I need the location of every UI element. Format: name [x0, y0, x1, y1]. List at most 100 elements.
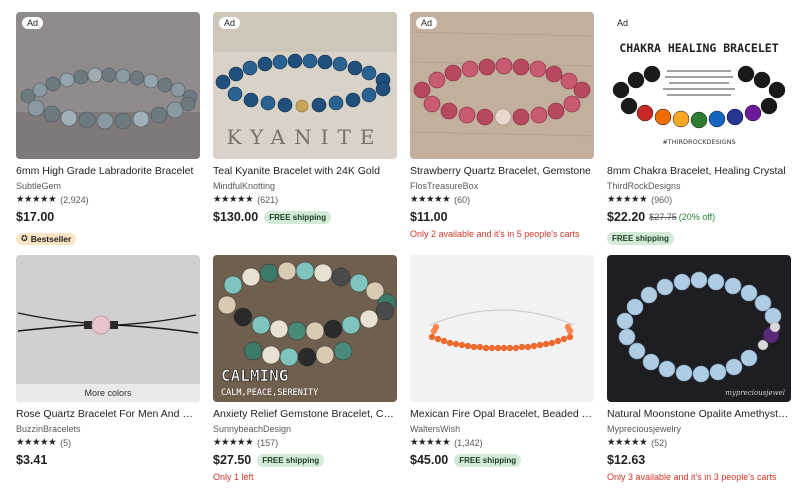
price-row: $130.00 FREE shipping: [213, 209, 397, 225]
calming-image-text: CALMING: [221, 366, 288, 385]
ad-label: Ad: [219, 17, 241, 29]
bestseller-label: Bestseller: [30, 233, 72, 244]
rose-quartz-bracelet-image: [16, 255, 200, 402]
free-shipping-badge: FREE shipping: [607, 232, 674, 245]
price-row: $3.41: [16, 452, 200, 468]
shop-name[interactable]: BuzzinBracelets: [16, 423, 200, 435]
shop-name[interactable]: WaltersWish: [410, 423, 594, 435]
calming-image-subtext: CALM,PEACE,SERENITY: [221, 388, 318, 398]
listing-image[interactable]: Ad: [410, 12, 594, 159]
more-colors-overlay[interactable]: More colors: [16, 384, 200, 402]
listing-card-moonstone[interactable]: mypreciousjewel Natural Moonstone Opalit…: [607, 255, 791, 483]
rating: ★★★★★ (157): [213, 437, 397, 449]
listing-title[interactable]: Mexican Fire Opal Bracelet, Beaded Brace…: [410, 408, 594, 421]
award-icon: ✪: [21, 234, 28, 243]
shop-name[interactable]: SunnybeachDesign: [213, 423, 397, 435]
urgency-note: Only 1 left: [213, 472, 254, 482]
listing-title[interactable]: Strawberry Quartz Bracelet, Gemstone: [410, 165, 594, 178]
shop-name[interactable]: ThirdRockDesigns: [607, 180, 791, 192]
rating: ★★★★★ (52): [607, 437, 791, 449]
price: $130.00: [213, 210, 259, 224]
price-row: $11.00: [410, 209, 594, 225]
star-rating-icon: ★★★★★: [16, 194, 57, 205]
star-rating-icon: ★★★★★: [607, 194, 648, 205]
review-count: (1,342): [454, 438, 483, 448]
star-rating-icon: ★★★★★: [213, 194, 254, 205]
star-rating-icon: ★★★★★: [410, 194, 451, 205]
listing-image[interactable]: KYANITE Ad: [213, 12, 397, 159]
moonstone-bracelet-image: mypreciousjewel: [607, 255, 791, 402]
rating: ★★★★★ (2,924): [16, 194, 200, 206]
listing-image[interactable]: Ad: [16, 12, 200, 159]
shop-name[interactable]: SubtleGem: [16, 180, 200, 192]
listing-image[interactable]: [410, 255, 594, 402]
review-count: (60): [454, 195, 471, 205]
strawberry-quartz-bracelet-image: [410, 12, 594, 159]
free-shipping-badge: FREE shipping: [454, 453, 522, 467]
original-price: $27.75: [649, 212, 677, 222]
free-shipping-badge: FREE shipping: [264, 210, 332, 224]
review-count: (52): [651, 438, 668, 448]
price-row: $27.50 FREE shipping: [213, 452, 397, 468]
price: $12.63: [607, 453, 646, 467]
listing-image[interactable]: CHAKRA HEALING BRACELET #THIRDROCKDESIGN…: [607, 12, 791, 159]
price-row: $22.20 $27.75 (20% off): [607, 209, 791, 225]
free-shipping-badge: FREE shipping: [257, 453, 325, 467]
rating: ★★★★★ (621): [213, 194, 397, 206]
chakra-bracelet-image: CHAKRA HEALING BRACELET #THIRDROCKDESIGN…: [607, 12, 791, 159]
ad-label: Ad: [617, 18, 629, 28]
listing-image[interactable]: CALMING CALM,PEACE,SERENITY: [213, 255, 397, 402]
listing-title[interactable]: Anxiety Relief Gemstone Bracelet, Calmin…: [213, 408, 397, 421]
ad-label: Ad: [416, 17, 438, 29]
listing-card-strawberry-quartz[interactable]: Ad Strawberry Quartz Bracelet, Gemstone …: [410, 12, 594, 240]
star-rating-icon: ★★★★★: [16, 437, 57, 448]
listing-card-kyanite[interactable]: KYANITE Ad Teal Kyanite Bracelet with 24…: [213, 12, 397, 225]
discount-percent: (20% off): [678, 212, 716, 222]
chakra-image-title: CHAKRA HEALING BRACELET: [619, 41, 778, 55]
bestseller-badge: ✪ Bestseller: [16, 232, 77, 245]
star-rating-icon: ★★★★★: [607, 437, 648, 448]
listing-image[interactable]: More colors: [16, 255, 200, 402]
chakra-image-tag: #THIRDROCKDESIGNS: [662, 138, 735, 146]
shop-name[interactable]: Mypreciousjewelry: [607, 423, 791, 435]
price: $11.00: [410, 210, 448, 224]
listing-title[interactable]: Rose Quartz Bracelet For Men And Women: [16, 408, 200, 421]
listing-image[interactable]: mypreciousjewel: [607, 255, 791, 402]
price: $27.50: [213, 453, 252, 467]
shop-name[interactable]: MindfulKnotting: [213, 180, 397, 192]
moonstone-image-tag: mypreciousjewel: [725, 389, 785, 397]
listing-title[interactable]: Teal Kyanite Bracelet with 24K Gold: [213, 165, 397, 178]
listing-card-rose-quartz[interactable]: More colors Rose Quartz Bracelet For Men…: [16, 255, 200, 468]
price-row: $12.63: [607, 452, 791, 468]
star-rating-icon: ★★★★★: [213, 437, 254, 448]
price-row: $17.00: [16, 209, 200, 225]
listing-card-chakra[interactable]: CHAKRA HEALING BRACELET #THIRDROCKDESIGN…: [607, 12, 791, 246]
listing-title[interactable]: 8mm Chakra Bracelet, Healing Crystal: [607, 165, 791, 178]
ad-label: Ad: [22, 17, 44, 29]
review-count: (5): [60, 438, 72, 448]
fire-opal-bracelet-image: [410, 255, 594, 402]
price: $17.00: [16, 210, 55, 224]
star-rating-icon: ★★★★★: [410, 437, 451, 448]
kyanite-bracelet-image: KYANITE: [213, 12, 397, 159]
price-row: $45.00 FREE shipping: [410, 452, 594, 468]
price: $22.20: [607, 210, 646, 224]
anxiety-relief-bracelet-image: CALMING CALM,PEACE,SERENITY: [213, 255, 397, 402]
urgency-note: Only 3 available and it's in 3 people's …: [607, 472, 777, 482]
price: $3.41: [16, 453, 48, 467]
price: $45.00: [410, 453, 449, 467]
urgency-note: Only 2 available and it's in 5 people's …: [410, 229, 580, 239]
labradorite-bracelet-image: [16, 12, 200, 159]
rating: ★★★★★ (60): [410, 194, 594, 206]
review-count: (621): [257, 195, 279, 205]
kyanite-image-text: KYANITE: [227, 125, 384, 149]
listing-card-anxiety-relief[interactable]: CALMING CALM,PEACE,SERENITY Anxiety Reli…: [213, 255, 397, 483]
rating: ★★★★★ (5): [16, 437, 200, 449]
listing-card-fire-opal[interactable]: Mexican Fire Opal Bracelet, Beaded Brace…: [410, 255, 594, 468]
listing-title[interactable]: 6mm High Grade Labradorite Bracelet: [16, 165, 200, 178]
review-count: (157): [257, 438, 279, 448]
listing-card-labradorite[interactable]: Ad 6mm High Grade Labradorite Bracelet S…: [16, 12, 200, 246]
listing-title[interactable]: Natural Moonstone Opalite Amethyst Brace…: [607, 408, 791, 421]
shop-name[interactable]: FlosTreasureBox: [410, 180, 594, 192]
review-count: (2,924): [60, 195, 89, 205]
